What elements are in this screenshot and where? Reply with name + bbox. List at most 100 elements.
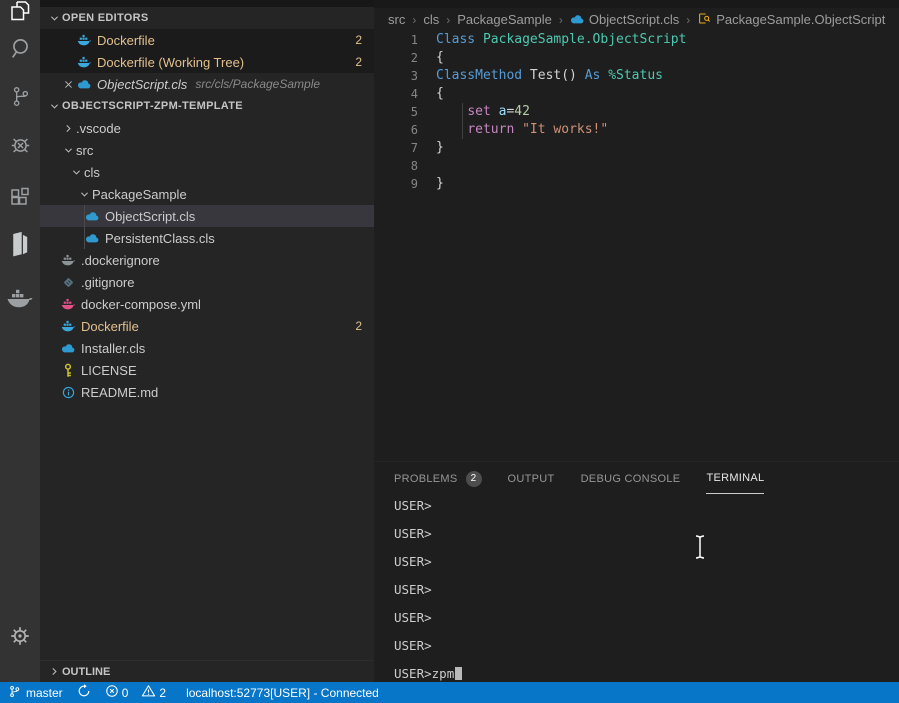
line-number: 3 [374, 67, 418, 85]
code-line[interactable]: 3ClassMethod Test() As %Status [374, 67, 899, 85]
search-icon [8, 36, 33, 66]
code-line[interactable]: 5 set a=42 [374, 103, 899, 121]
whale-blue-icon [76, 34, 92, 46]
line-content: } [436, 175, 444, 193]
tree-item[interactable]: Dockerfile2 [40, 315, 374, 337]
activity-bar-item-intersystems-objectscript[interactable] [0, 227, 40, 267]
tree-item[interactable]: .gitignore [40, 271, 374, 293]
activity-bar-item-search[interactable] [0, 31, 40, 71]
open-editor-label: ObjectScript.cls [97, 77, 187, 92]
warning-count: 2 [159, 686, 166, 700]
tree-item[interactable]: README.md [40, 381, 374, 403]
cloud-blue-icon [84, 211, 100, 221]
open-editor-item[interactable]: Dockerfile (Working Tree)2 [40, 51, 374, 73]
tree-item[interactable]: .dockerignore [40, 249, 374, 271]
line-number: 5 [374, 103, 418, 121]
sidebar-top-strip [40, 0, 374, 7]
tree-item[interactable]: src [40, 139, 374, 161]
open-editor-item[interactable]: Dockerfile2 [40, 29, 374, 51]
activity-bar-item-explorer[interactable] [0, 0, 40, 33]
breadcrumb-item[interactable]: PackageSample.ObjectScript [697, 12, 885, 28]
settings-icon [8, 624, 32, 653]
code-token: "It works!" [522, 122, 608, 137]
errors-group: 0 [105, 684, 129, 701]
line-content: Class PackageSample.ObjectScript [436, 31, 686, 49]
cloud-blue-icon [84, 233, 100, 243]
breadcrumb-item[interactable]: PackageSample [457, 12, 552, 27]
tree-item[interactable]: LICENSE [40, 359, 374, 381]
open-editor-item[interactable]: ObjectScript.cls src/cls/PackageSample [40, 73, 374, 95]
sidebar-section-root-folder[interactable]: OBJECTSCRIPT-ZPM-TEMPLATE [40, 95, 374, 117]
explorer-sidebar: OPEN EDITORSDockerfile2Dockerfile (Worki… [40, 0, 374, 682]
line-number: 1 [374, 31, 418, 49]
error-count: 0 [122, 686, 129, 700]
editor-indent-guide [462, 103, 463, 139]
server-connection-status[interactable]: localhost:52773[USER] - Connected [179, 682, 386, 703]
code-line[interactable]: 8 [374, 157, 899, 175]
warnings-group: 2 [141, 684, 166, 701]
tree-item-label: PersistentClass.cls [105, 231, 215, 246]
modified-count-badge: 2 [355, 319, 362, 333]
tree-item[interactable]: .vscode [40, 117, 374, 139]
line-content: { [436, 85, 444, 103]
tree-item-label: PackageSample [92, 187, 187, 202]
breadcrumb-item[interactable]: cls [423, 12, 439, 27]
breadcrumb-item[interactable]: ObjectScript.cls [570, 12, 679, 27]
terminal-line: USER> [394, 604, 899, 632]
panel-tab-label: PROBLEMS [394, 473, 458, 485]
code-token: %Status [608, 68, 663, 83]
panel-tab-debug-console[interactable]: DEBUG CONSOLE [581, 463, 681, 494]
panel-tab-output[interactable]: OUTPUT [508, 463, 555, 494]
tree-item[interactable]: cls [40, 161, 374, 183]
code-line[interactable]: 1 Class PackageSample.ObjectScript [374, 31, 899, 49]
tree-item-label: .dockerignore [81, 253, 160, 268]
tree-item[interactable]: docker-compose.yml [40, 293, 374, 315]
activity-bar-item-docker[interactable] [0, 281, 40, 321]
tree-item[interactable]: Installer.cls [40, 337, 374, 359]
terminal-line: USER> [394, 520, 899, 548]
sync-changes-button[interactable] [70, 682, 98, 703]
activity-bar-item-source-control[interactable] [0, 79, 40, 119]
code-line[interactable]: 7} [374, 139, 899, 157]
tree-item[interactable]: PackageSample [40, 183, 374, 205]
breadcrumb: src›cls›PackageSample›ObjectScript.cls›P… [374, 8, 899, 31]
terminal-command: zpm [432, 666, 455, 681]
code-line[interactable]: 4{ [374, 85, 899, 103]
activity-bar-item-run-and-debug[interactable] [0, 128, 40, 168]
panel-tab-problems[interactable]: PROBLEMS2 [394, 463, 482, 494]
git-branch-status[interactable]: master [0, 682, 70, 703]
code-line[interactable]: 2{ [374, 49, 899, 67]
code-token: As [577, 68, 608, 83]
source-control-icon [9, 84, 32, 114]
explorer-icon [8, 0, 32, 29]
code-editor[interactable]: 1 Class PackageSample.ObjectScript2{3Clas… [374, 31, 899, 193]
panel-tab-terminal[interactable]: TERMINAL [706, 463, 764, 494]
breadcrumb-label: ObjectScript.cls [589, 12, 679, 27]
code-line[interactable]: 6 return "It works!" [374, 121, 899, 139]
tree-item-label: Installer.cls [81, 341, 145, 356]
branch-name: master [26, 686, 63, 700]
warning-icon [141, 684, 156, 701]
whale-blue-icon [76, 56, 92, 68]
sidebar-section-outline[interactable]: OUTLINE [40, 660, 374, 682]
code-line[interactable]: 9} [374, 175, 899, 193]
activity-bar-item-settings[interactable] [0, 618, 40, 658]
tree-item[interactable]: ObjectScript.cls [40, 205, 374, 227]
code-token: 42 [514, 104, 530, 119]
breadcrumb-label: cls [423, 12, 439, 27]
sync-icon [77, 684, 91, 701]
activity-bar-item-extensions[interactable] [0, 180, 40, 220]
connection-label: localhost:52773[USER] - Connected [186, 686, 379, 700]
line-content: set a=42 [436, 103, 530, 121]
problems-status[interactable]: 02 [98, 682, 173, 703]
open-editor-path: src/cls/PackageSample [195, 77, 320, 91]
tree-item[interactable]: PersistentClass.cls [40, 227, 374, 249]
sidebar-section-open-editors[interactable]: OPEN EDITORS [40, 7, 374, 29]
editor-area[interactable]: src›cls›PackageSample›ObjectScript.cls›P… [374, 0, 899, 461]
close-editor-button[interactable] [60, 79, 76, 90]
code-token: PackageSample.ObjectScript [483, 32, 687, 47]
whale-gray-icon [60, 254, 76, 266]
terminal[interactable]: USER>USER>USER>USER>USER>USER>USER>zpm [394, 492, 899, 682]
breadcrumb-label: src [388, 12, 405, 27]
breadcrumb-item[interactable]: src [388, 12, 405, 27]
